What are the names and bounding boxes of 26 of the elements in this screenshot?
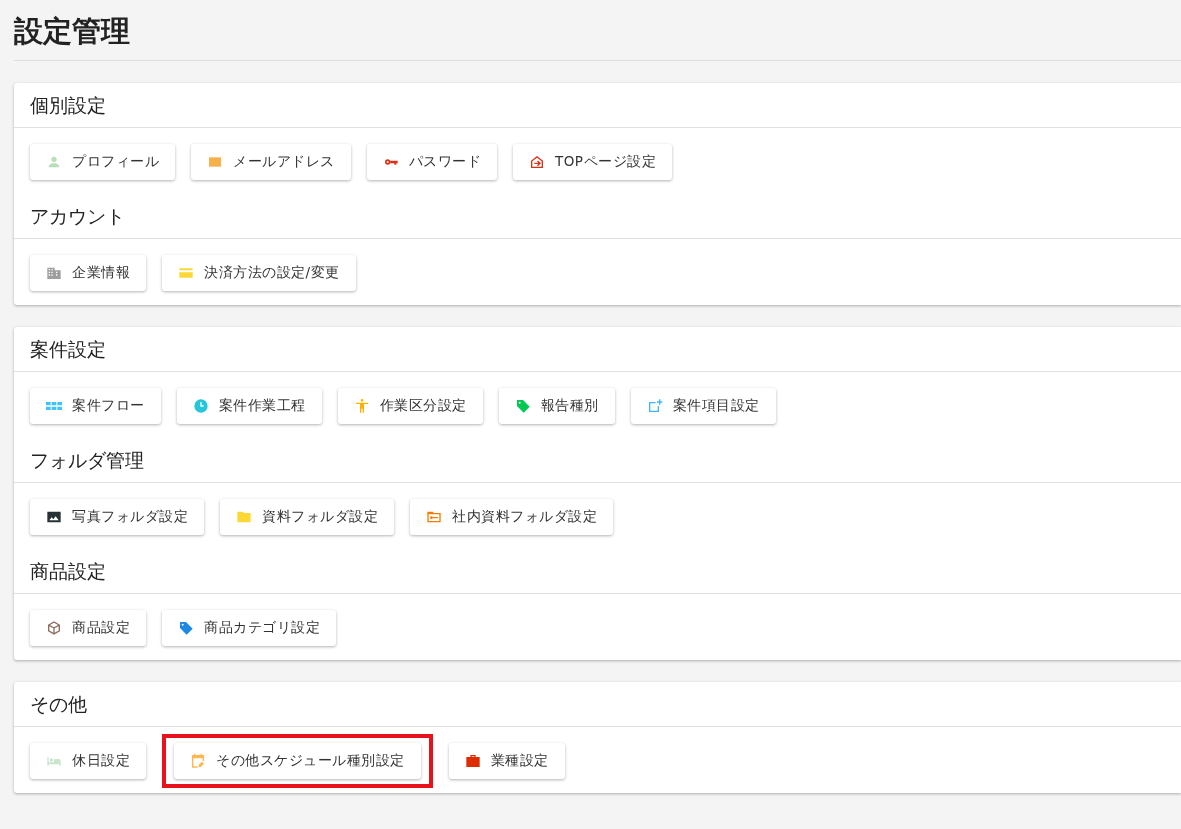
settings-button[interactable]: 案件フロー (30, 388, 161, 424)
settings-button[interactable]: プロフィール (30, 144, 175, 180)
section-title: 商品設定 (14, 549, 1181, 594)
settings-button[interactable]: 報告種別 (498, 388, 615, 424)
page-title: 設定管理 (14, 0, 1181, 61)
settings-button[interactable]: パスワード (366, 144, 497, 180)
settings-button[interactable]: 案件項目設定 (630, 388, 776, 424)
settings-button[interactable]: 案件作業工程 (176, 388, 322, 424)
settings-button[interactable]: 商品設定 (30, 610, 146, 646)
settings-button[interactable]: 商品カテゴリ設定 (162, 610, 336, 646)
section-title: その他 (14, 682, 1181, 727)
settings-button[interactable]: 作業区分設定 (337, 388, 483, 424)
settings-button[interactable]: 企業情報 (30, 255, 146, 291)
settings-button[interactable]: 決済方法の設定/変更 (162, 255, 356, 291)
settings-button[interactable]: メールアドレス (191, 144, 351, 180)
section-title: 個別設定 (14, 83, 1181, 128)
settings-button[interactable]: TOPページ設定 (513, 144, 672, 180)
settings-button[interactable]: その他スケジュール種別設定 (174, 743, 421, 779)
settings-button[interactable]: 業種設定 (448, 743, 565, 779)
settings-button[interactable]: 資料フォルダ設定 (220, 499, 394, 535)
settings-button[interactable]: 社内資料フォルダ設定 (410, 499, 613, 535)
settings-button[interactable]: 写真フォルダ設定 (30, 499, 204, 535)
section-title: フォルダ管理 (14, 438, 1181, 483)
section-title: 案件設定 (14, 327, 1181, 372)
section-title: アカウント (14, 194, 1181, 239)
settings-button[interactable]: 休日設定 (30, 743, 146, 779)
